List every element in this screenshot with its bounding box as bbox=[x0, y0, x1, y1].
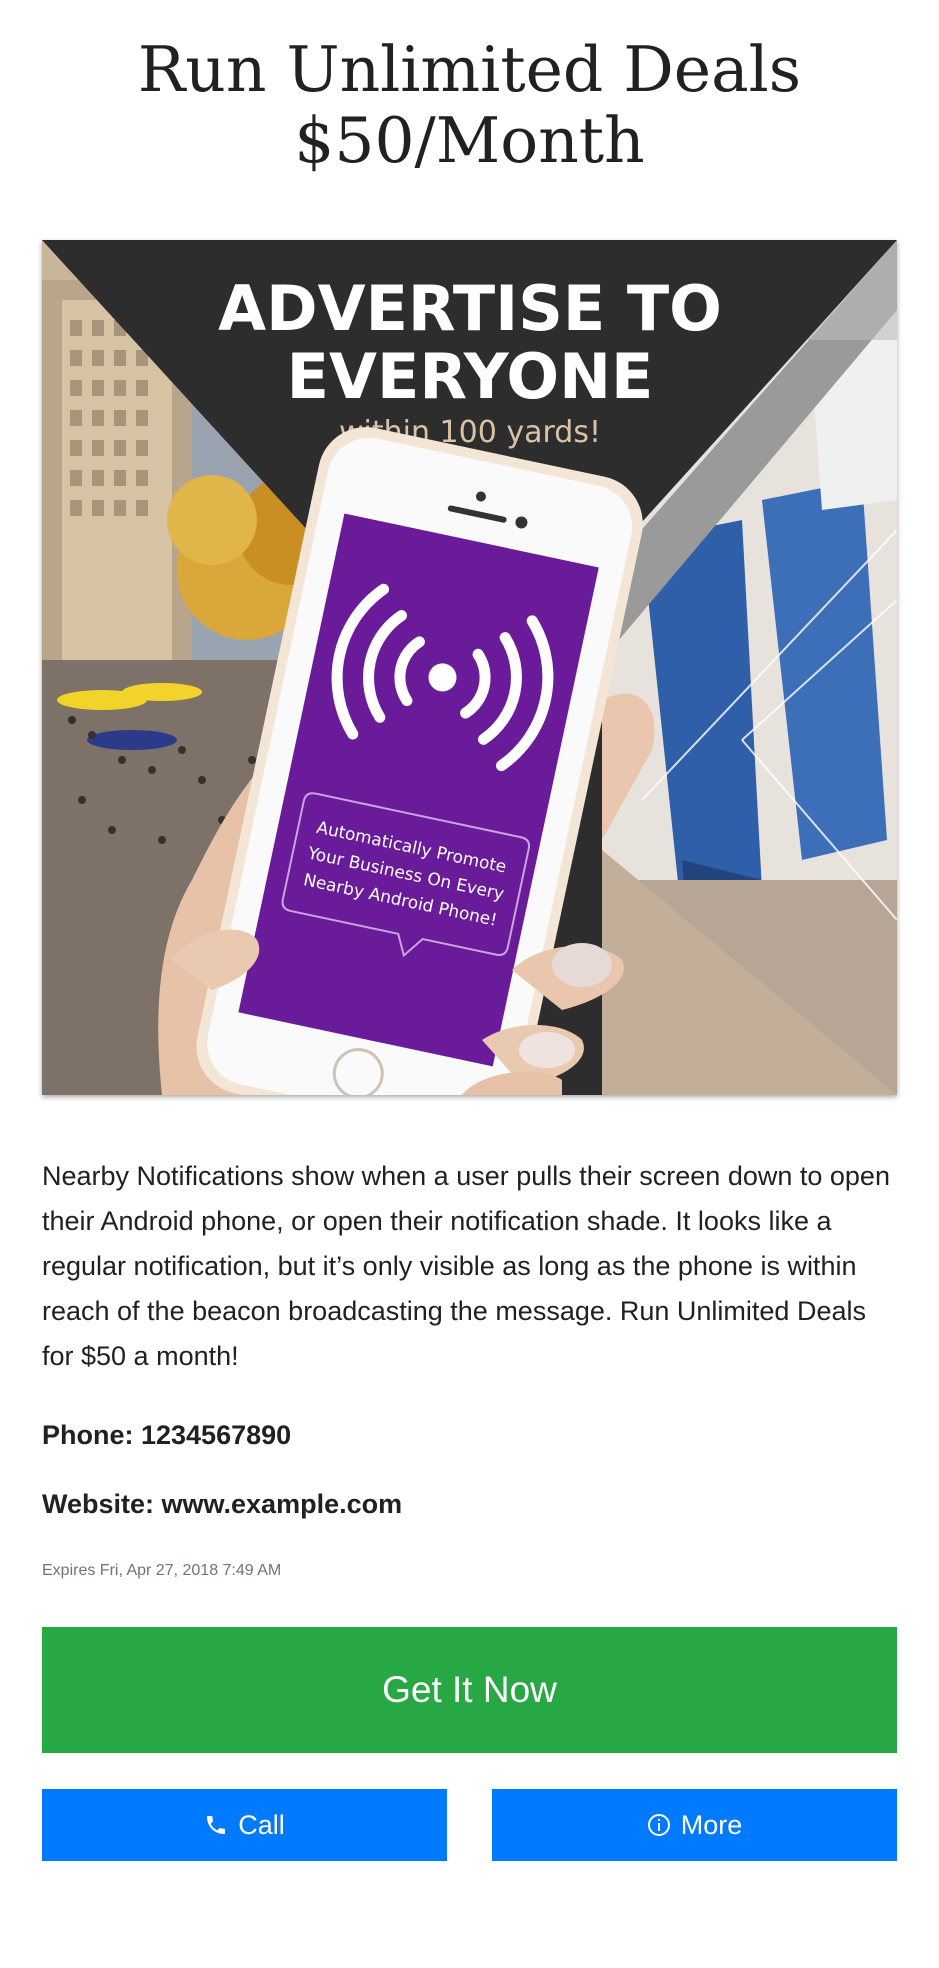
more-button[interactable]: More bbox=[492, 1789, 897, 1861]
phone-info: Phone: 1234567890 bbox=[42, 1420, 292, 1450]
expiration-date: Expires Fri, Apr 27, 2018 7:49 AM bbox=[42, 1562, 282, 1579]
info-icon bbox=[647, 1813, 671, 1837]
more-label: More bbox=[680, 1809, 743, 1840]
phone-icon bbox=[204, 1813, 228, 1837]
hero-headline-line-1: ADVERTISE TO bbox=[218, 272, 722, 345]
deal-description: Nearby Notifications show when a user pu… bbox=[42, 1161, 890, 1371]
call-label: Call bbox=[238, 1809, 285, 1840]
deal-hero-image: ADVERTISE TO EVERYONE within 100 yards! bbox=[42, 240, 897, 1095]
page-title: Run Unlimited Deals $50/Month bbox=[42, 0, 897, 176]
deal-page: Run Unlimited Deals $50/Month ADVERTISE … bbox=[42, 0, 897, 1861]
hero-headline-line-2: EVERYONE bbox=[287, 340, 654, 413]
website-info: Website: www.example.com bbox=[42, 1489, 403, 1519]
get-it-now-label: Get It Now bbox=[382, 1669, 557, 1710]
title-line-1: Run Unlimited Deals bbox=[137, 33, 802, 106]
get-it-now-button[interactable]: Get It Now bbox=[42, 1627, 897, 1753]
title-line-2: $50/Month bbox=[294, 104, 645, 177]
call-button[interactable]: Call bbox=[42, 1789, 447, 1861]
